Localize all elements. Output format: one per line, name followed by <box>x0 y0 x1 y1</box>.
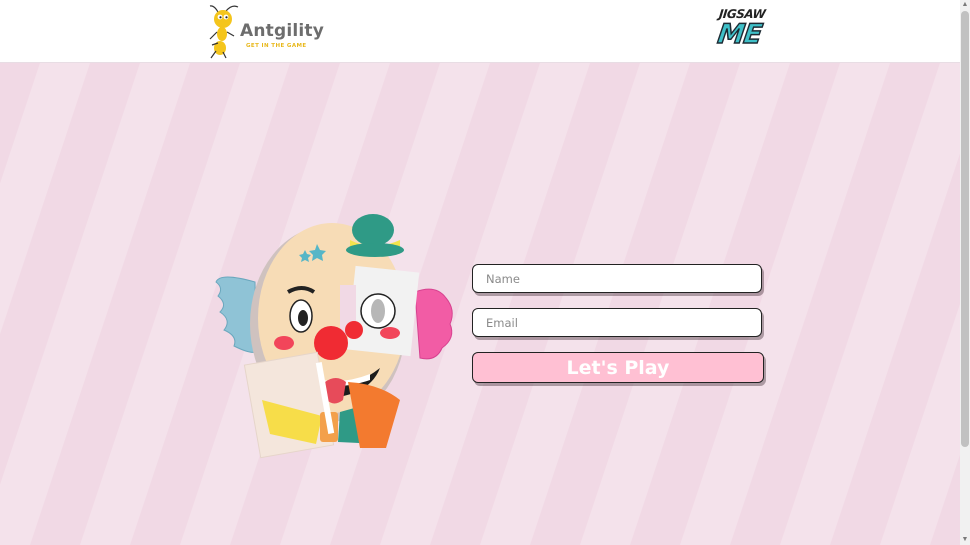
email-input[interactable] <box>472 308 762 337</box>
clown-puzzle-illustration <box>215 214 453 459</box>
clown-hair-left <box>215 276 257 353</box>
header: Antgility GET IN THE GAME JIGSAW ME <box>0 0 960 63</box>
ant-mascot-icon <box>209 5 239 59</box>
brand-name: Antgility <box>240 21 325 41</box>
background-stripes <box>0 63 960 545</box>
scroll-down-arrow-icon[interactable]: ▼ <box>961 535 969 545</box>
clown-hat <box>346 214 404 257</box>
brand-tagline: GET IN THE GAME <box>246 43 307 49</box>
lets-play-button[interactable]: Let's Play <box>472 352 764 383</box>
vertical-scrollbar[interactable]: ▲ ▼ <box>960 0 970 545</box>
game-stage <box>0 63 960 545</box>
clown-hair-right <box>414 288 453 360</box>
name-input[interactable] <box>472 264 762 293</box>
clown-right-eye <box>360 293 396 329</box>
scrollbar-thumb[interactable] <box>961 11 969 447</box>
jigsaw-me-logo[interactable]: JIGSAW ME <box>715 6 766 54</box>
page: Antgility GET IN THE GAME JIGSAW ME Name… <box>0 0 970 545</box>
game-logo-bottom-text: ME <box>715 18 764 51</box>
scroll-up-arrow-icon[interactable]: ▲ <box>961 0 969 10</box>
antgility-logo[interactable]: Antgility GET IN THE GAME <box>208 3 324 59</box>
